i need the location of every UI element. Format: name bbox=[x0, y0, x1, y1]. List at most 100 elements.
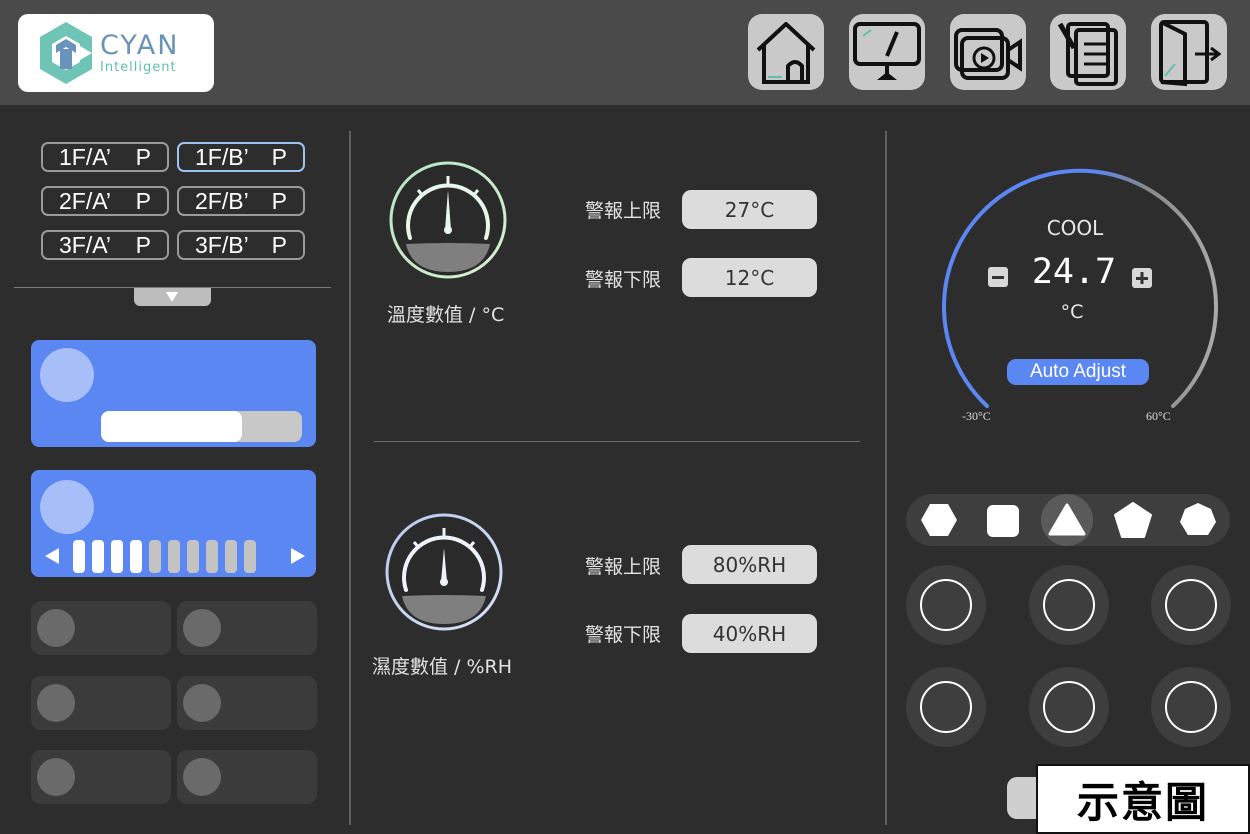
floor-button-2f-a[interactable]: 2F/A’ P bbox=[41, 186, 169, 216]
level-segment[interactable] bbox=[130, 540, 142, 573]
square-icon[interactable] bbox=[985, 503, 1021, 539]
switch-knob bbox=[183, 758, 221, 796]
level-segment[interactable] bbox=[225, 540, 237, 573]
camera-button[interactable] bbox=[950, 14, 1026, 90]
level-segment[interactable] bbox=[206, 540, 218, 573]
level-bars[interactable] bbox=[73, 540, 283, 573]
watermark-label: 示意圖 bbox=[1036, 764, 1250, 834]
device-toggle[interactable] bbox=[40, 348, 94, 402]
device-card-level bbox=[31, 470, 316, 577]
switch-card[interactable] bbox=[31, 676, 171, 730]
floor-suffix: P bbox=[271, 231, 287, 258]
column-divider bbox=[885, 131, 887, 825]
circle-icon bbox=[1165, 681, 1217, 733]
circle-button[interactable] bbox=[1029, 565, 1109, 645]
floor-label: 2F/A’ bbox=[59, 187, 111, 214]
device-toggle[interactable] bbox=[40, 480, 94, 534]
decrease-button[interactable] bbox=[988, 267, 1008, 287]
monitor-icon bbox=[853, 22, 921, 80]
hexagon-icon[interactable] bbox=[920, 501, 958, 539]
level-segment[interactable] bbox=[92, 540, 104, 573]
hum-upper-value[interactable]: 80%RH bbox=[682, 545, 817, 584]
floor-suffix: P bbox=[135, 143, 151, 170]
circle-button[interactable] bbox=[1151, 667, 1231, 747]
temp-lower-value[interactable]: 12°C bbox=[682, 258, 817, 297]
switch-card[interactable] bbox=[177, 601, 317, 655]
section-divider bbox=[374, 441, 860, 442]
floor-label: 1F/B’ bbox=[195, 143, 249, 170]
plus-icon bbox=[1136, 272, 1148, 284]
triangle-down-icon bbox=[166, 292, 178, 302]
heptagon-icon[interactable] bbox=[1178, 501, 1218, 539]
level-segment[interactable] bbox=[187, 540, 199, 573]
level-segment[interactable] bbox=[73, 540, 85, 573]
circle-icon bbox=[920, 579, 972, 631]
hum-lower-value[interactable]: 40%RH bbox=[682, 614, 817, 653]
temperature-gauge-icon bbox=[389, 161, 507, 279]
dial-max-label: 60°C bbox=[1146, 409, 1171, 423]
notes-icon bbox=[1057, 22, 1118, 86]
floor-button-3f-a[interactable]: 3F/A’ P bbox=[41, 230, 169, 260]
logout-icon bbox=[1159, 20, 1222, 87]
circle-button[interactable] bbox=[1151, 565, 1231, 645]
switch-knob bbox=[183, 684, 221, 722]
floor-button-2f-b[interactable]: 2F/B’ P bbox=[177, 186, 305, 216]
triangle-icon bbox=[1048, 503, 1086, 536]
level-segment[interactable] bbox=[111, 540, 123, 573]
arrow-left-icon[interactable] bbox=[43, 546, 63, 566]
monitor-button[interactable] bbox=[849, 14, 925, 90]
dial-min-label: -30°C bbox=[962, 409, 991, 423]
increase-button[interactable] bbox=[1132, 268, 1152, 288]
floor-suffix: P bbox=[135, 231, 151, 258]
floor-suffix: P bbox=[135, 187, 151, 214]
home-button[interactable] bbox=[748, 14, 824, 90]
switch-card[interactable] bbox=[31, 601, 171, 655]
humidity-gauge-icon bbox=[385, 513, 503, 631]
level-segment[interactable] bbox=[168, 540, 180, 573]
floor-suffix: P bbox=[271, 187, 287, 214]
setpoint-value: 24.7 bbox=[1031, 252, 1117, 292]
switch-card[interactable] bbox=[177, 750, 317, 804]
device-card-slider bbox=[31, 340, 316, 447]
brand-name: CYAN bbox=[100, 30, 180, 61]
floor-button-1f-a[interactable]: 1F/A’ P bbox=[41, 142, 169, 172]
auto-adjust-button[interactable]: Auto Adjust bbox=[1007, 359, 1149, 385]
level-segment[interactable] bbox=[244, 540, 256, 573]
switch-card[interactable] bbox=[177, 676, 317, 730]
thermostat-mode: COOL bbox=[1046, 216, 1104, 240]
switch-knob bbox=[37, 758, 75, 796]
switch-knob bbox=[37, 684, 75, 722]
brand-subtitle: Intelligent bbox=[100, 60, 177, 75]
temp-upper-value[interactable]: 27°C bbox=[682, 190, 817, 229]
circle-icon bbox=[1043, 681, 1095, 733]
floor-button-1f-b[interactable]: 1F/B’ P bbox=[177, 142, 305, 172]
floor-label: 1F/A’ bbox=[59, 143, 111, 170]
logout-button[interactable] bbox=[1151, 14, 1227, 90]
level-segment[interactable] bbox=[149, 540, 161, 573]
slider-track[interactable] bbox=[101, 411, 302, 442]
switch-knob bbox=[183, 609, 221, 647]
floor-label: 3F/B’ bbox=[195, 231, 249, 258]
expand-floors-button[interactable] bbox=[134, 288, 211, 306]
brand-logo: CYAN Intelligent bbox=[18, 14, 214, 92]
setpoint-unit: °C bbox=[1060, 301, 1084, 323]
switch-knob bbox=[37, 609, 75, 647]
circle-icon bbox=[920, 681, 972, 733]
column-divider bbox=[349, 131, 351, 825]
circle-button[interactable] bbox=[1029, 667, 1109, 747]
logo-mark-icon bbox=[40, 22, 92, 84]
pentagon-icon[interactable] bbox=[1113, 501, 1153, 539]
circle-button[interactable] bbox=[906, 565, 986, 645]
humidity-gauge-label: 濕度數值 / %RH bbox=[372, 656, 513, 678]
floor-suffix: P bbox=[271, 143, 287, 170]
floor-button-3f-b[interactable]: 3F/B’ P bbox=[177, 230, 305, 260]
switch-card[interactable] bbox=[31, 750, 171, 804]
notes-button[interactable] bbox=[1050, 14, 1126, 90]
circle-icon bbox=[1165, 579, 1217, 631]
shape-selected[interactable] bbox=[1041, 494, 1093, 546]
circle-button[interactable] bbox=[906, 667, 986, 747]
temp-lower-label: 警報下限 bbox=[585, 269, 662, 291]
floor-label: 3F/A’ bbox=[59, 231, 111, 258]
hum-upper-label: 警報上限 bbox=[585, 556, 662, 578]
arrow-right-icon[interactable] bbox=[287, 546, 307, 566]
